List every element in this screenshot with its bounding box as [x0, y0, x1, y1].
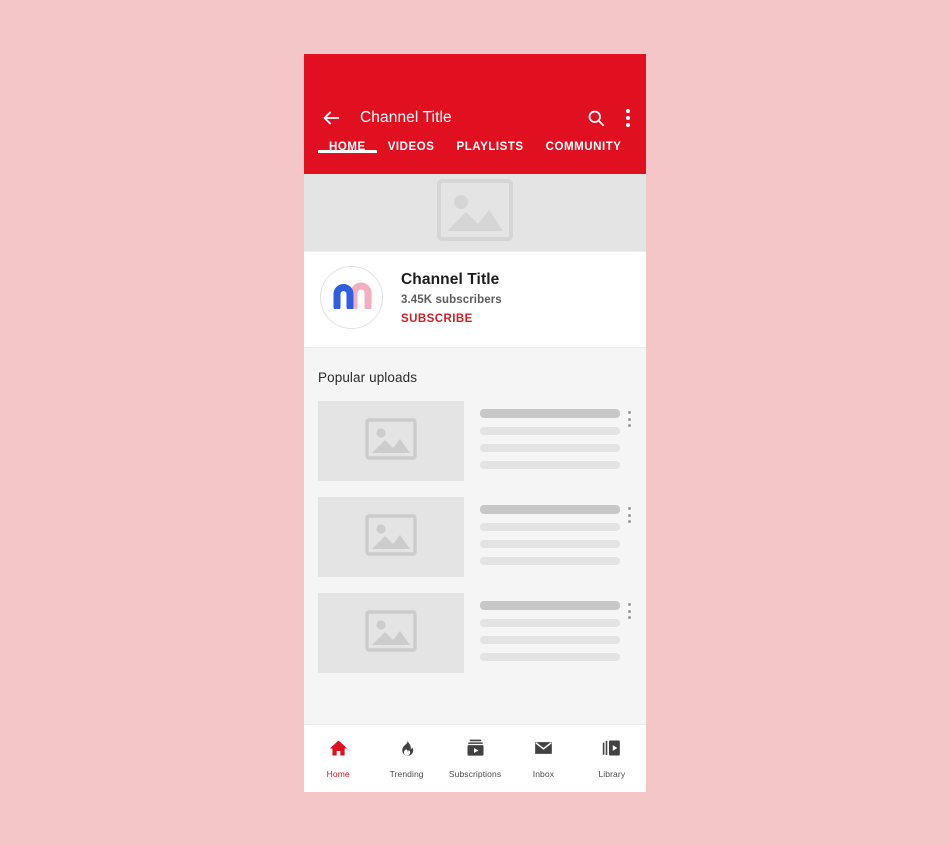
- nav-item-trending[interactable]: Trending: [372, 738, 440, 779]
- skeleton-line: [480, 557, 620, 565]
- subscriptions-icon: [465, 738, 486, 763]
- skeleton-line-primary: [480, 409, 620, 418]
- more-vertical-icon[interactable]: [628, 411, 632, 427]
- page-title: Channel Title: [360, 109, 452, 126]
- image-placeholder-icon: [365, 417, 417, 465]
- video-title-skeleton: [464, 593, 620, 670]
- subscriber-count: 3.45K subscribers: [401, 293, 502, 306]
- nav-label-library: Library: [598, 769, 626, 779]
- skeleton-line: [480, 461, 620, 469]
- tab-videos-label: VIDEOS: [387, 141, 435, 153]
- nav-label-subscriptions: Subscriptions: [448, 769, 502, 779]
- flame-icon: [397, 738, 416, 763]
- app-bar-actions: [586, 108, 630, 128]
- video-thumbnail-placeholder[interactable]: [318, 593, 464, 673]
- subscribe-button[interactable]: SUBSCRIBE: [401, 313, 502, 325]
- channel-meta: Channel Title 3.45K subscribers SUBSCRIB…: [401, 271, 502, 325]
- video-thumbnail-placeholder[interactable]: [318, 401, 464, 481]
- app-bar: Channel Title HOME VIDEOS PLAYLISTS COMM…: [304, 54, 646, 174]
- tab-active-indicator: [318, 150, 377, 153]
- tab-community-label: COMMUNITY: [545, 141, 622, 153]
- envelope-icon: [533, 738, 554, 763]
- tab-community[interactable]: COMMUNITY: [535, 140, 633, 153]
- app-bar-top-row: Channel Title: [304, 96, 646, 140]
- library-icon: [601, 738, 622, 763]
- skeleton-line: [480, 540, 620, 548]
- arrow-left-icon[interactable]: [320, 107, 342, 129]
- nav-item-inbox[interactable]: Inbox: [509, 738, 577, 779]
- more-vertical-icon[interactable]: [628, 507, 632, 523]
- nav-item-subscriptions[interactable]: Subscriptions: [441, 738, 509, 779]
- skeleton-line: [480, 444, 620, 452]
- nav-label-trending: Trending: [389, 769, 424, 779]
- skeleton-line: [480, 636, 620, 644]
- image-placeholder-icon: [365, 609, 417, 657]
- bottom-navigation: Home Trending Subscriptions Inbox Librar…: [304, 724, 646, 792]
- nav-item-home[interactable]: Home: [304, 738, 372, 779]
- skeleton-line: [480, 523, 620, 531]
- channel-avatar-logo: [332, 281, 372, 314]
- skeleton-line: [480, 619, 620, 627]
- skeleton-line: [480, 653, 620, 661]
- tab-playlists[interactable]: PLAYLISTS: [445, 140, 534, 153]
- tab-videos[interactable]: VIDEOS: [377, 140, 446, 153]
- nav-label-inbox: Inbox: [532, 769, 555, 779]
- image-placeholder-icon: [437, 179, 513, 246]
- video-title-skeleton: [464, 497, 620, 574]
- nav-item-library[interactable]: Library: [578, 738, 646, 779]
- phone-mockup: Channel Title HOME VIDEOS PLAYLISTS COMM…: [304, 54, 646, 792]
- search-icon[interactable]: [586, 108, 606, 128]
- tab-home[interactable]: HOME: [318, 140, 377, 153]
- video-list-item[interactable]: [304, 593, 646, 673]
- content-area: Popular uploads: [304, 348, 646, 724]
- more-vertical-icon[interactable]: [626, 109, 630, 127]
- nav-label-home: Home: [326, 769, 350, 779]
- channel-tabs: HOME VIDEOS PLAYLISTS COMMUNITY: [304, 140, 646, 174]
- video-title-skeleton: [464, 401, 620, 478]
- image-placeholder-icon: [365, 513, 417, 561]
- skeleton-line: [480, 427, 620, 435]
- home-icon: [328, 738, 349, 763]
- channel-banner[interactable]: [304, 174, 646, 252]
- section-title: Popular uploads: [318, 370, 418, 385]
- screenshot-canvas: Channel Title HOME VIDEOS PLAYLISTS COMM…: [0, 0, 950, 845]
- channel-name: Channel Title: [401, 270, 500, 288]
- skeleton-line-primary: [480, 601, 620, 610]
- tab-playlists-label: PLAYLISTS: [456, 141, 524, 153]
- avatar[interactable]: [320, 266, 383, 329]
- skeleton-line-primary: [480, 505, 620, 514]
- more-vertical-icon[interactable]: [628, 603, 632, 619]
- video-list-item[interactable]: [304, 497, 646, 577]
- video-list-item[interactable]: [304, 401, 646, 481]
- video-thumbnail-placeholder[interactable]: [318, 497, 464, 577]
- channel-info: Channel Title 3.45K subscribers SUBSCRIB…: [304, 252, 646, 348]
